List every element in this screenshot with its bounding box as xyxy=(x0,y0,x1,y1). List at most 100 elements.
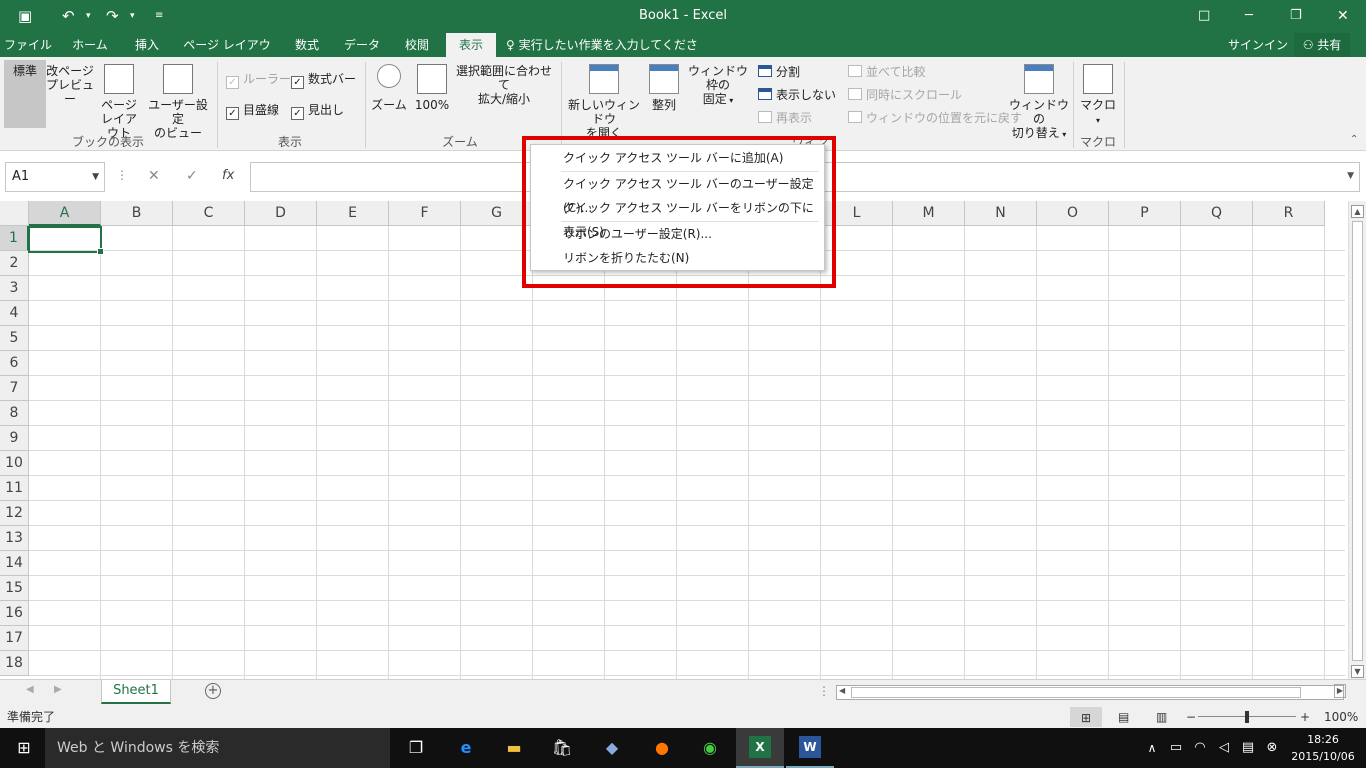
collapse-ribbon-icon[interactable]: ⌃ xyxy=(1350,134,1358,145)
signin-link[interactable]: サインイン xyxy=(1226,33,1290,57)
close-circle-icon[interactable]: ⊗ xyxy=(1260,736,1284,760)
enter-icon[interactable]: ✓ xyxy=(186,168,198,184)
file-explorer-icon[interactable]: ▬ xyxy=(502,736,526,760)
normal-view-icon[interactable]: ⊞ xyxy=(1070,707,1102,727)
ruler-checkbox[interactable]: ✓ ルーラー xyxy=(226,71,291,89)
row-header[interactable]: 13 xyxy=(0,526,29,551)
insert-function-icon[interactable]: fx xyxy=(222,168,234,183)
row-header[interactable]: 8 xyxy=(0,401,29,426)
task-view-icon[interactable]: ❐ xyxy=(404,736,428,760)
scroll-left-icon[interactable]: ◀ xyxy=(839,686,845,695)
row-header[interactable]: 15 xyxy=(0,576,29,601)
chevron-down-icon[interactable]: ▼ xyxy=(92,163,99,191)
tab-data[interactable]: データ xyxy=(336,33,388,57)
page-break-preview-button[interactable]: 改ページ プレビュー xyxy=(46,64,94,295)
sheet-tab-sheet1[interactable]: Sheet1 xyxy=(101,680,171,704)
zoom-button[interactable]: ズーム xyxy=(370,64,408,112)
column-header[interactable]: A xyxy=(29,201,101,226)
view-side-by-side-button[interactable]: 並べて比較 xyxy=(848,64,926,80)
cancel-icon[interactable]: ✕ xyxy=(148,168,160,184)
freeze-panes-button[interactable]: ウィンドウ枠の 固定 ▾ xyxy=(684,64,752,295)
word-taskbar-button[interactable]: W xyxy=(786,728,834,768)
row-header[interactable]: 5 xyxy=(0,326,29,351)
row-header[interactable]: 7 xyxy=(0,376,29,401)
scroll-up-icon[interactable]: ▲ xyxy=(1351,205,1364,218)
minimize-icon[interactable]: ─ xyxy=(1245,6,1253,26)
wifi-icon[interactable]: ◠ xyxy=(1188,736,1212,760)
column-header[interactable]: D xyxy=(245,201,317,226)
reset-window-position-button[interactable]: ウィンドウの位置を元に戻す xyxy=(848,110,1022,126)
row-header[interactable]: 2 xyxy=(0,251,29,276)
split-button[interactable]: 分割 xyxy=(758,64,800,80)
row-header[interactable]: 12 xyxy=(0,501,29,526)
tab-insert[interactable]: 挿入 xyxy=(122,33,172,57)
next-sheet-icon[interactable]: ▶ xyxy=(54,684,62,695)
name-box[interactable]: A1 ▼ xyxy=(5,162,105,192)
zoom-out-button[interactable]: − xyxy=(1186,706,1196,728)
tell-me-box[interactable]: ♀ 実行したい作業を入力してください... xyxy=(506,33,706,76)
zoom-100-button[interactable]: 100% xyxy=(412,64,452,112)
row-header[interactable]: 9 xyxy=(0,426,29,451)
zoom-slider-thumb[interactable] xyxy=(1245,711,1249,723)
prev-sheet-icon[interactable]: ◀ xyxy=(26,684,34,695)
tab-file[interactable]: ファイル xyxy=(0,33,56,57)
excel-taskbar-button[interactable]: X xyxy=(736,728,784,768)
vertical-scrollbar[interactable]: ▲ ▼ xyxy=(1348,201,1366,679)
row-header[interactable]: 1 xyxy=(0,226,29,251)
ribbon-display-options-icon[interactable]: □ xyxy=(1198,6,1210,26)
column-header[interactable]: M xyxy=(893,201,965,226)
row-header[interactable]: 17 xyxy=(0,626,29,651)
windows-start-icon[interactable]: ⊞ xyxy=(12,736,36,760)
tab-view[interactable]: 表示 xyxy=(446,33,496,57)
cell-area[interactable] xyxy=(29,226,1345,679)
zoom-to-selection-button[interactable]: 選択範囲に合わせて 拡大/縮小 xyxy=(452,64,556,295)
add-sheet-icon[interactable]: + xyxy=(205,683,221,699)
tab-review[interactable]: 校閲 xyxy=(392,33,442,57)
column-header[interactable]: F xyxy=(389,201,461,226)
page-break-view-icon[interactable]: ▥ xyxy=(1156,706,1167,728)
edge-icon[interactable]: e xyxy=(454,736,478,760)
chevron-up-icon[interactable]: ∧ xyxy=(1140,736,1164,760)
synchronous-scrolling-button[interactable]: 同時にスクロール xyxy=(848,87,962,103)
macros-button[interactable]: マクロ ▾ xyxy=(1078,64,1118,128)
row-header[interactable]: 14 xyxy=(0,551,29,576)
row-header[interactable]: 3 xyxy=(0,276,29,301)
app-icon[interactable]: ◆ xyxy=(600,736,624,760)
restore-icon[interactable]: ❐ xyxy=(1290,6,1302,26)
column-header[interactable]: Q xyxy=(1181,201,1253,226)
column-header[interactable]: C xyxy=(173,201,245,226)
taskbar-clock[interactable]: 18:26 2015/10/06 xyxy=(1288,731,1358,765)
column-header[interactable]: O xyxy=(1037,201,1109,226)
chrome-icon[interactable]: ◉ xyxy=(698,736,722,760)
expand-formula-icon[interactable]: ▼ xyxy=(1347,171,1354,181)
column-header[interactable]: E xyxy=(317,201,389,226)
page-layout-button[interactable]: ページ レイアウト xyxy=(96,64,142,140)
column-header[interactable]: B xyxy=(101,201,173,226)
split-handle-icon[interactable]: ⋮ xyxy=(818,684,830,698)
row-header[interactable]: 18 xyxy=(0,651,29,676)
row-header[interactable]: 11 xyxy=(0,476,29,501)
tab-page-layout[interactable]: ページ レイアウト xyxy=(178,33,276,76)
row-header[interactable]: 16 xyxy=(0,601,29,626)
page-layout-view-icon[interactable]: ▤ xyxy=(1118,706,1129,728)
active-cell[interactable] xyxy=(28,226,104,255)
close-icon[interactable]: ✕ xyxy=(1337,6,1349,26)
formula-bar-checkbox[interactable]: ✓ 数式バー xyxy=(291,71,356,89)
row-header[interactable]: 10 xyxy=(0,451,29,476)
scroll-thumb[interactable] xyxy=(1352,221,1363,661)
select-all-corner[interactable] xyxy=(0,201,29,226)
switch-windows-button[interactable]: ウィンドウの 切り替え ▾ xyxy=(1006,64,1072,142)
tab-formulas[interactable]: 数式 xyxy=(282,33,332,57)
tab-home[interactable]: ホーム xyxy=(60,33,120,57)
zoom-level[interactable]: 100% xyxy=(1324,706,1358,728)
new-window-button[interactable]: 新しいウィンドウ を開く xyxy=(565,64,643,140)
scroll-right-icon[interactable]: ▶ xyxy=(1334,684,1346,698)
unhide-button[interactable]: 再表示 xyxy=(758,110,812,126)
hscroll-thumb[interactable] xyxy=(851,687,1301,698)
share-button[interactable]: ⚇ 共有 xyxy=(1294,33,1350,57)
arrange-all-button[interactable]: 整列 xyxy=(646,64,682,112)
gridlines-checkbox[interactable]: ✓ 目盛線 xyxy=(226,102,279,120)
column-header[interactable]: P xyxy=(1109,201,1181,226)
headings-checkbox[interactable]: ✓ 見出し xyxy=(291,102,344,120)
hide-button[interactable]: 表示しない xyxy=(758,87,836,103)
